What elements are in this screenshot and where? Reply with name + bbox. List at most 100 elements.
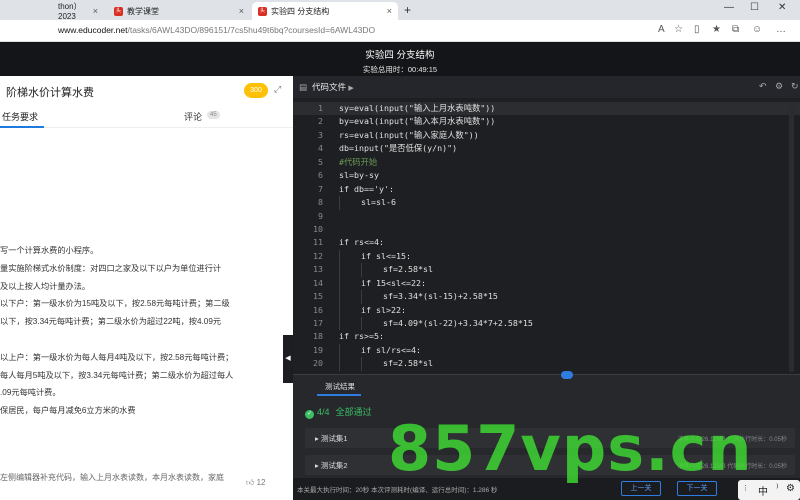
collections-icon[interactable]: ⧉ [732,24,739,35]
line-number: 12 [293,250,323,263]
code-text: sf=4.09*(sl-22)+3.34*7+2.58*15 [383,317,533,330]
tab-comments[interactable]: 评论 [184,110,202,123]
code-line[interactable]: 11if rs<=4: [293,236,800,249]
code-text: sf=2.58*sl [383,263,433,276]
ime-settings-icon[interactable]: ⚙ [786,483,795,494]
ime-punctuation-icon[interactable]: ⁾ [776,483,778,494]
task-tabs: 任务要求 评论 45 [0,106,293,128]
active-tab-indicator [317,394,361,396]
task-footer: 左侧编辑器补充代码，输入上月水表读数，本月水表读数，家庭 👍︎ 12 [0,472,293,500]
browser-tab-3[interactable]: 头 实验四 分支结构 × [252,2,398,20]
code-text: #代码开始 [339,156,377,169]
more-options-icon[interactable]: … [776,24,786,35]
task-text-line: 量实施阶梯式水价制度：对四口之家及以下以户为单位进行计 [0,260,293,278]
task-text-line: 以上户：第一级水价为每人每月4吨及以下，按2.58元每吨计费； [0,349,293,367]
split-screen-icon[interactable]: ▯ [694,24,700,35]
code-file-label: 代码文件 [312,82,346,92]
new-tab-icon[interactable]: + [404,3,411,17]
status-text: 全部通过 [336,407,372,417]
tab-label: thon） 2023 [58,1,93,21]
timer-value: 00:49:15 [408,65,437,74]
execution-info: 本关最大执行时间：20秒 本次评测耗时(编译、运行总时间)：1.286 秒 [297,484,497,494]
code-line[interactable]: 16if sl>22: [293,304,800,317]
favorite-star-icon[interactable]: ☆ [674,24,683,35]
like-count: 12 [257,478,266,487]
code-line[interactable]: 4db=input("是否低保(y/n)") [293,142,800,155]
tab-label: 教学课堂 [127,6,159,17]
code-line[interactable]: 12if sl<=15: [293,250,800,263]
code-line[interactable]: 14if 15<sl<=22: [293,277,800,290]
comment-count-badge: 45 [207,111,220,119]
line-number: 6 [293,169,323,182]
experiment-header: 实验四 分支结构 实验总用时：00:49:15 [0,42,800,76]
code-file-tab[interactable]: ▤代码文件 ▶ [299,81,354,93]
favorites-icon[interactable]: ★ [712,24,721,35]
code-line[interactable]: 1sy=eval(input("输入上月水表吨数")) [293,102,800,115]
watermark-text: 857vps.cn [388,412,753,485]
task-description: 写一个计算水费的小程序。量实施阶梯式水价制度：对四口之家及以下以户为单位进行计及… [0,242,293,420]
ime-mode[interactable]: 中 [758,483,768,498]
line-number: 9 [293,210,323,223]
code-text: sf=2.58*sl [383,357,433,370]
like-button[interactable]: 👍︎ 12 [246,478,266,488]
resize-handle[interactable] [561,371,573,379]
test-set-name: 测试集1 [321,434,348,443]
browser-tab-2[interactable]: 头 教学课堂 × [108,2,250,20]
code-text: if rs>=5: [339,330,384,343]
test-set-label: ▸ 测试集1 [315,433,348,444]
reset-icon[interactable]: ↻ [791,81,799,92]
code-line[interactable]: 13 sf=2.58*sl [293,263,800,276]
expand-icon[interactable]: ⤢ [274,84,281,95]
close-icon[interactable]: × [387,6,392,16]
line-number: 11 [293,236,323,249]
code-line[interactable]: 9 [293,210,800,223]
results-tab[interactable]: 测试结果 [325,381,355,392]
line-number: 18 [293,330,323,343]
code-line[interactable]: 10 [293,223,800,236]
code-line[interactable]: 17 sf=4.09*(sl-22)+3.34*7+2.58*15 [293,317,800,330]
timer-label: 实验总用时： [363,65,408,74]
read-aloud-icon[interactable]: A [658,24,665,35]
code-line[interactable]: 20 sf=2.58*sl [293,357,800,370]
browser-tab-1[interactable]: thon） 2023 × [52,2,104,20]
minimize-icon[interactable]: — [724,2,734,13]
indent-guide [361,263,362,276]
code-line[interactable]: 8sl=sl-6 [293,196,800,209]
profile-icon[interactable]: ☺ [752,24,762,35]
code-editor-panel: ▤代码文件 ▶ ↶ ⚙ ↻ 1sy=eval(input("输入上月水表吨数")… [293,76,800,374]
collapse-panel-handle[interactable]: ◀ [283,335,293,383]
indent-guide [361,290,362,303]
close-icon[interactable]: × [239,6,244,16]
line-number: 13 [293,263,323,276]
line-number: 3 [293,129,323,142]
undo-icon[interactable]: ↶ [759,81,767,92]
check-icon: ✓ [305,410,314,419]
code-line[interactable]: 7if db=='y': [293,183,800,196]
tab-task-requirements[interactable]: 任务要求 [2,110,38,123]
window-close-icon[interactable]: ✕ [778,2,786,13]
code-line[interactable]: 5#代码开始 [293,156,800,169]
line-number: 20 [293,357,323,370]
maximize-icon[interactable]: ☐ [750,2,759,13]
code-line[interactable]: 3 rs=eval(input("输入家庭人数")) [293,129,800,142]
page-title: 实验四 分支结构 [0,47,800,61]
line-number: 17 [293,317,323,330]
code-text: sy=eval(input("输入上月水表吨数")) [339,102,495,115]
editor-scrollbar[interactable] [789,102,794,372]
close-icon[interactable]: × [93,6,98,16]
code-line[interactable]: 6sl=by-sy [293,169,800,182]
indent-guide [339,196,340,209]
editor-tab-bar: ▤代码文件 ▶ ↶ ⚙ ↻ [293,76,800,98]
code-line[interactable]: 15sf=3.34*(sl-15)+2.58*15 [293,290,800,303]
code-line[interactable]: 2by=eval(input("输入本月水表吨数")) [293,115,800,128]
code-line[interactable]: 18 if rs>=5: [293,330,800,343]
code-text: rs=eval(input("输入家庭人数")) [339,129,479,142]
code-text: db=input("是否低保(y/n)") [339,142,457,155]
code-lines[interactable]: 1sy=eval(input("输入上月水表吨数"))2by=eval(inpu… [293,102,800,371]
url-text[interactable]: www.educoder.net/tasks/6AWL43DO/896151/7… [58,25,375,35]
task-text-line [0,331,293,349]
settings-icon[interactable]: ⚙ [775,81,783,92]
address-bar[interactable]: www.educoder.net/tasks/6AWL43DO/896151/7… [0,20,800,42]
code-line[interactable]: 19if sl/rs<=4: [293,344,800,357]
indent-guide [339,344,340,357]
